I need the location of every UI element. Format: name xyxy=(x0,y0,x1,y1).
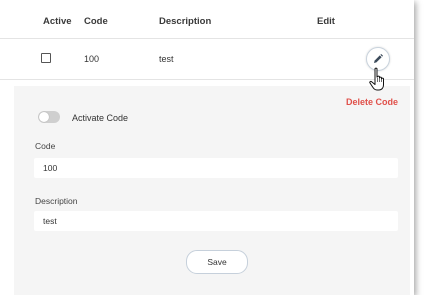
header-active: Active xyxy=(43,16,72,27)
header-code: Code xyxy=(84,16,108,27)
pencil-icon xyxy=(374,54,383,63)
header-description: Description xyxy=(159,16,212,27)
description-label: Description xyxy=(35,196,78,206)
edit-code-form: Delete Code Activate Code Code 100 Descr… xyxy=(14,86,410,295)
delete-code-link[interactable]: Delete Code xyxy=(346,97,398,107)
codes-panel: Active Code Description Edit 100 test De… xyxy=(0,0,414,295)
activate-code-label: Activate Code xyxy=(72,113,129,123)
header-edit: Edit xyxy=(317,16,335,27)
save-button[interactable]: Save xyxy=(186,250,248,274)
code-field[interactable]: 100 xyxy=(34,158,398,178)
activate-code-toggle[interactable] xyxy=(38,111,60,123)
row-code: 100 xyxy=(84,54,100,64)
code-label: Code xyxy=(35,141,56,151)
active-checkbox[interactable] xyxy=(41,53,51,63)
table-header: Active Code Description Edit xyxy=(0,0,414,39)
description-field[interactable]: test xyxy=(34,211,398,231)
row-description: test xyxy=(159,54,174,64)
hand-pointer-icon xyxy=(369,67,384,91)
toggle-knob xyxy=(39,112,49,122)
code-field-value: 100 xyxy=(43,163,58,173)
description-field-value: test xyxy=(43,216,57,226)
table-row: 100 test xyxy=(0,39,414,80)
